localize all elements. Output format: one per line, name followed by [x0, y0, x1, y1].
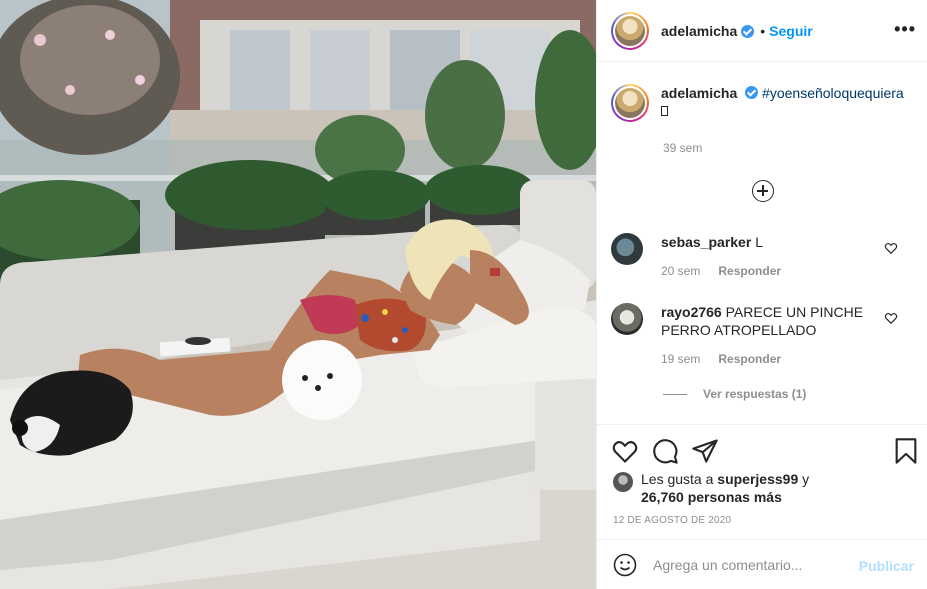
replies-divider-line [663, 393, 687, 395]
post-photo[interactable] [0, 0, 596, 589]
share-icon[interactable] [691, 437, 719, 465]
comment-text: sebas_parker L [661, 233, 881, 251]
likes-text: Les gusta a superjess99 y 26,760 persona… [641, 470, 809, 506]
emoji-icon[interactable] [613, 553, 637, 577]
comment-body: L [755, 234, 763, 250]
reply-button[interactable]: Responder [718, 264, 781, 278]
comment-like-heart-icon[interactable] [884, 311, 898, 325]
comment-icon[interactable] [651, 437, 679, 465]
comment-item: rayo2766 PARECE UN PINCHE PERRO ATROPELL… [611, 303, 916, 366]
verified-badge-icon [741, 25, 755, 38]
post-side-panel: adelamicha • Seguir ••• adelamicha #yoen… [596, 0, 927, 589]
caption-text: adelamicha #yoenseñoloquequiera [661, 84, 904, 122]
comment-username[interactable]: sebas_parker [661, 234, 751, 250]
bookmark-icon[interactable] [892, 437, 920, 465]
separator-dot: • [760, 22, 766, 39]
comment-like-heart-icon[interactable] [884, 241, 898, 255]
post-date[interactable]: 12 DE AGOSTO DE 2020 [613, 515, 731, 526]
likes-summary: Les gusta a superjess99 y 26,760 persona… [613, 470, 809, 506]
author-avatar[interactable] [611, 11, 649, 50]
comment-item: sebas_parker L 20 sem Responder [611, 233, 916, 278]
liker-username[interactable]: superjess99 [717, 471, 798, 487]
follow-button[interactable]: Seguir [769, 23, 813, 39]
view-replies-label: Ver respuestas (1) [703, 387, 807, 401]
author-username[interactable]: adelamicha [661, 23, 737, 39]
caption-hashtag[interactable]: #yoenseñoloquequiera [762, 85, 904, 101]
liker-avatar[interactable] [613, 472, 633, 492]
commenter-avatar[interactable] [611, 303, 643, 335]
likes-count[interactable]: 26,760 personas más [641, 489, 782, 505]
verified-badge-icon [745, 86, 759, 99]
caption-username[interactable]: adelamicha [661, 85, 737, 101]
post-actions-bar [597, 424, 927, 476]
comment-meta: 19 sem Responder [661, 352, 881, 366]
post-caption: adelamicha #yoenseñoloquequiera [611, 84, 916, 122]
comment-username[interactable]: rayo2766 [661, 304, 722, 320]
comment-input[interactable] [653, 556, 853, 573]
more-options-icon[interactable]: ••• [894, 20, 916, 38]
comment-time[interactable]: 20 sem [661, 264, 700, 278]
likes-prefix: Les gusta a [641, 471, 714, 487]
heart-icon[interactable] [611, 437, 639, 465]
post-header: adelamicha • Seguir ••• [597, 0, 927, 62]
missing-glyph-icon [661, 106, 668, 116]
comment-text: rayo2766 PARECE UN PINCHE PERRO ATROPELL… [661, 303, 881, 339]
load-more-icon[interactable] [752, 180, 774, 202]
view-replies-button[interactable]: Ver respuestas (1) [663, 387, 806, 401]
reply-button[interactable]: Responder [718, 352, 781, 366]
comment-meta: 20 sem Responder [661, 264, 881, 278]
commenter-avatar[interactable] [611, 233, 643, 265]
caption-avatar[interactable] [611, 84, 649, 122]
likes-connector: y [802, 471, 810, 487]
instagram-post: adelamicha • Seguir ••• adelamicha #yoen… [0, 0, 927, 589]
add-comment-bar: Publicar [597, 539, 927, 589]
publish-button[interactable]: Publicar [859, 558, 914, 574]
post-image [0, 0, 596, 589]
comment-time[interactable]: 19 sem [661, 352, 700, 366]
caption-time[interactable]: 39 sem [663, 141, 702, 155]
